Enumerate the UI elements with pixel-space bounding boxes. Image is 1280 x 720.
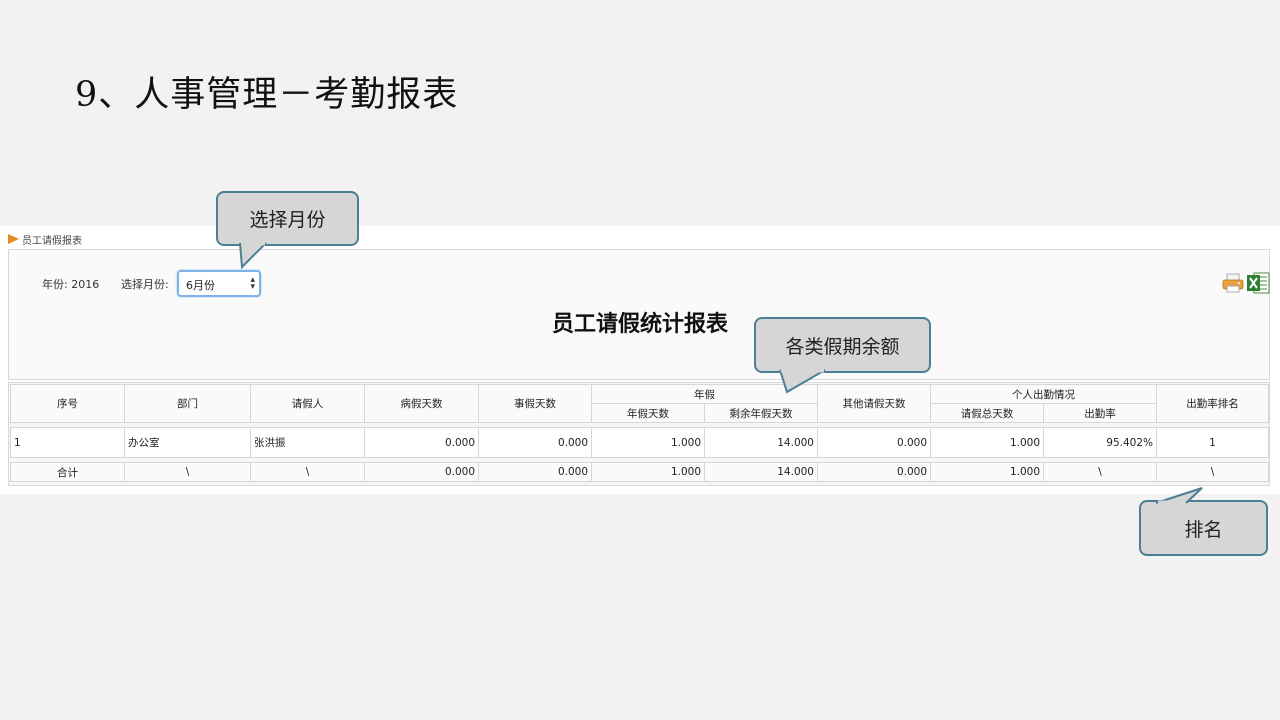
header-annual-remaining: 剩余年假天数 [704,403,818,423]
select-arrows-icon: ▴ ▾ [250,275,255,292]
cell-person: 张洪振 [250,427,365,458]
cell-seq: 1 [10,427,125,458]
cell-dept: 办公室 [124,427,251,458]
header-personal: 事假天数 [478,384,592,423]
cell-rank: 1 [1156,427,1269,458]
cell-annual-remaining: 14.000 [704,427,818,458]
callout-select-month-tail [239,242,267,270]
total-total-leave: 1.000 [930,462,1044,482]
cell-personal: 0.000 [478,427,592,458]
header-rank: 出勤率排名 [1156,384,1269,423]
panel-header: 员工请假报表 [8,232,82,247]
year-value: 2016 [71,278,100,291]
callout-select-month: 选择月份 [216,191,359,246]
header-dept: 部门 [124,384,251,423]
year-display: 年份: 2016 [42,276,99,292]
total-rank: \ [1156,462,1269,482]
total-personal: 0.000 [478,462,592,482]
arrow-right-icon [8,234,19,244]
total-dept: \ [124,462,251,482]
table-row: 1 办公室 张洪振 0.000 0.000 1.000 14.000 0.000… [10,427,1269,458]
total-attendance-rate: \ [1043,462,1157,482]
callout-rank: 排名 [1139,500,1268,556]
cell-total-leave: 1.000 [930,427,1044,458]
total-person: \ [250,462,365,482]
cell-attendance-rate: 95.402% [1043,427,1157,458]
print-icon[interactable] [1222,273,1244,293]
total-row: 合计 \ \ 0.000 0.000 1.000 14.000 0.000 1.… [10,462,1269,482]
header-person: 请假人 [250,384,365,423]
month-label: 选择月份: [121,278,169,291]
cell-other: 0.000 [817,427,931,458]
header-sick: 病假天数 [364,384,479,423]
total-label: 合计 [10,462,125,482]
header-attendance: 个人出勤情况 [930,384,1157,404]
header-seq: 序号 [10,384,125,423]
slide-title: 9、人事管理－考勤报表 [75,75,459,115]
header-annual-days: 年假天数 [591,403,705,423]
callout-select-month-text: 选择月份 [249,209,326,231]
header-total-leave: 请假总天数 [930,403,1044,423]
total-annual-remaining: 14.000 [704,462,818,482]
callout-leave-balance-text: 各类假期余额 [785,335,900,358]
total-annual-days: 1.000 [591,462,705,482]
callout-leave-balance: 各类假期余额 [754,317,931,373]
total-other: 0.000 [817,462,931,482]
cell-sick: 0.000 [364,427,479,458]
cell-annual-days: 1.000 [591,427,705,458]
callout-leave-balance-tail [779,369,826,394]
panel-header-label: 员工请假报表 [22,235,82,247]
leave-report-table: 序号 部门 请假人 病假天数 事假天数 年假 其他请假天数 个人出勤情况 出勤率… [10,384,1269,482]
month-select[interactable]: 6月份 ▴ ▾ [177,270,261,297]
callout-rank-text: 排名 [1184,518,1223,541]
total-sick: 0.000 [364,462,479,482]
header-attendance-rate: 出勤率 [1043,403,1157,423]
report-title: 员工请假统计报表 [551,312,728,337]
excel-export-icon[interactable] [1246,271,1270,295]
month-select-value: 6月份 [186,279,215,292]
callout-rank-tail [1155,487,1203,504]
table-header-row: 序号 部门 请假人 病假天数 事假天数 年假 其他请假天数 个人出勤情况 出勤率… [10,384,1269,423]
year-label: 年份: [42,278,68,291]
